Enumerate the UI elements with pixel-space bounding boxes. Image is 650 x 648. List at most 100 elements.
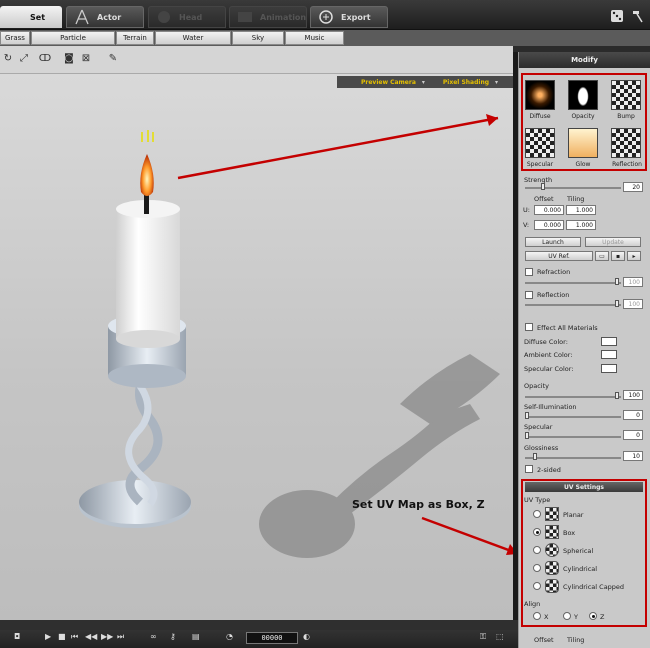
v-offset-input[interactable]: 0.000 <box>534 220 564 230</box>
self-illumination-slider[interactable] <box>525 416 621 418</box>
reflection-slider-knob[interactable] <box>615 300 619 307</box>
effect-all-label: Effect All Materials <box>537 324 598 332</box>
specular-slider[interactable] <box>525 436 621 438</box>
expand-icon[interactable]: ⬚ <box>496 632 504 642</box>
loop-icon[interactable]: ∞ <box>150 632 157 642</box>
timeline-track[interactable] <box>0 620 518 630</box>
specular-color-swatch[interactable] <box>601 364 617 373</box>
record-icon[interactable]: ◘ <box>14 632 20 642</box>
chevron-down-icon[interactable]: ▾ <box>422 79 425 86</box>
tab-animation[interactable]: Animation <box>229 6 307 28</box>
tab-head[interactable]: Head <box>148 6 226 28</box>
rewind-icon[interactable]: ◀◀ <box>85 632 97 642</box>
paint-icon[interactable]: ✎ <box>107 53 119 65</box>
offset-label: Offset <box>534 195 554 203</box>
subtab-particle[interactable]: Particle <box>31 31 115 45</box>
strength-value[interactable]: 20 <box>623 182 643 192</box>
annotation-arrow-uv <box>421 516 513 555</box>
timecode-toggle-icon[interactable]: ◐ <box>303 632 310 642</box>
subtab-sky[interactable]: Sky <box>232 31 284 45</box>
delete-icon[interactable]: ▪ <box>611 251 625 261</box>
layer-icon[interactable]: ▤ <box>192 632 200 642</box>
sub-tab-bar: Grass Particle Terrain Water Sky Music <box>0 30 650 46</box>
refraction-slider[interactable] <box>525 282 621 284</box>
previous-key-icon[interactable]: ⏮ <box>71 632 78 642</box>
self-illumination-slider-knob[interactable] <box>525 412 529 419</box>
diffuse-color-swatch[interactable] <box>601 337 617 346</box>
set-icon <box>6 9 24 25</box>
ambient-color-swatch[interactable] <box>601 350 617 359</box>
refraction-checkbox[interactable] <box>525 268 533 276</box>
v-tiling-input[interactable]: 1.000 <box>566 220 596 230</box>
animation-icon <box>236 9 254 25</box>
glossiness-value[interactable]: 10 <box>623 451 643 461</box>
fast-forward-icon[interactable]: ▶▶ <box>101 632 113 642</box>
reflection-value[interactable]: 100 <box>623 299 643 309</box>
ambient-color-label: Ambient Color: <box>524 351 573 359</box>
two-sided-label: 2-sided <box>537 466 561 474</box>
modify-panel: Modify Diffuse Opacity Bump Specular Glo… <box>518 52 650 648</box>
subtab-water[interactable]: Water <box>155 31 231 45</box>
self-illumination-value[interactable]: 0 <box>623 410 643 420</box>
strength-label: Strength <box>524 176 553 184</box>
export-icon <box>317 9 335 25</box>
bottom-tiling-label: Tiling <box>567 636 585 644</box>
refraction-value[interactable]: 100 <box>623 277 643 287</box>
update-button[interactable]: Update <box>585 237 641 247</box>
u-tiling-input[interactable]: 1.000 <box>566 205 596 215</box>
frame-counter[interactable]: 00000 <box>246 632 298 644</box>
next-key-icon[interactable]: ⏭ <box>117 632 124 642</box>
v-label: V: <box>523 221 530 229</box>
glossiness-label: Glossiness <box>524 444 559 452</box>
open-folder-icon[interactable]: ▭ <box>595 251 609 261</box>
u-offset-input[interactable]: 0.000 <box>534 205 564 215</box>
opacity-label: Opacity <box>524 382 550 390</box>
subtab-grass[interactable]: Grass <box>0 31 30 45</box>
annotation-text: Set UV Map as Box, Z <box>352 498 485 511</box>
actor-icon <box>73 9 91 25</box>
effect-all-checkbox[interactable] <box>525 323 533 331</box>
opacity-slider-knob[interactable] <box>615 392 619 399</box>
stop-icon[interactable]: ■ <box>58 632 66 642</box>
diffuse-color-label: Diffuse Color: <box>524 338 568 346</box>
load-icon[interactable]: ▸ <box>627 251 641 261</box>
viewport-options-bar: Preview Camera ▾ Pixel Shading ▾ <box>337 76 513 88</box>
dice-icon[interactable] <box>610 8 624 22</box>
refraction-label: Refraction <box>537 268 571 276</box>
opacity-slider[interactable] <box>525 396 621 398</box>
specular-slider-knob[interactable] <box>525 432 529 439</box>
two-sided-checkbox[interactable] <box>525 465 533 473</box>
fit-view-icon[interactable]: ⊠ <box>80 53 92 65</box>
subtab-terrain[interactable]: Terrain <box>116 31 154 45</box>
path-edit-icon[interactable]: ↀ <box>36 53 54 65</box>
strength-slider-knob[interactable] <box>541 183 545 190</box>
snapshot-icon[interactable]: ◙ <box>63 53 75 65</box>
rotate-icon[interactable]: ↻ <box>2 53 14 65</box>
opacity-value[interactable]: 100 <box>623 390 643 400</box>
lock-icon[interactable]: ⚿ <box>480 632 486 642</box>
tiling-label: Tiling <box>567 195 585 203</box>
chevron-down-icon[interactable]: ▾ <box>495 79 498 86</box>
tab-export[interactable]: Export <box>310 6 388 28</box>
key-icon[interactable]: ⚷ <box>170 632 176 642</box>
speed-icon[interactable]: ◔ <box>226 632 233 642</box>
strength-slider[interactable] <box>525 187 621 189</box>
reflection-slider[interactable] <box>525 304 621 306</box>
scale-icon[interactable]: ⤢ <box>18 53 30 65</box>
3d-viewport[interactable]: Set UV Map as Box, Z <box>0 74 513 620</box>
specular-label: Specular <box>524 423 553 431</box>
tab-actor[interactable]: Actor <box>66 6 144 28</box>
launch-button[interactable]: Launch <box>525 237 581 247</box>
hammer-icon[interactable] <box>630 8 644 23</box>
subtab-music[interactable]: Music <box>285 31 344 45</box>
play-icon[interactable]: ▶ <box>45 632 51 642</box>
refraction-slider-knob[interactable] <box>615 278 619 285</box>
glossiness-slider[interactable] <box>525 457 621 459</box>
specular-value[interactable]: 0 <box>623 430 643 440</box>
pixel-shading-dropdown[interactable]: Pixel Shading <box>443 79 489 86</box>
preview-camera-dropdown[interactable]: Preview Camera <box>361 79 416 86</box>
uv-ref-button[interactable]: UV Ref. <box>525 251 593 261</box>
glossiness-slider-knob[interactable] <box>533 453 537 460</box>
tab-set[interactable]: Set <box>0 6 62 28</box>
reflection-checkbox[interactable] <box>525 291 533 299</box>
